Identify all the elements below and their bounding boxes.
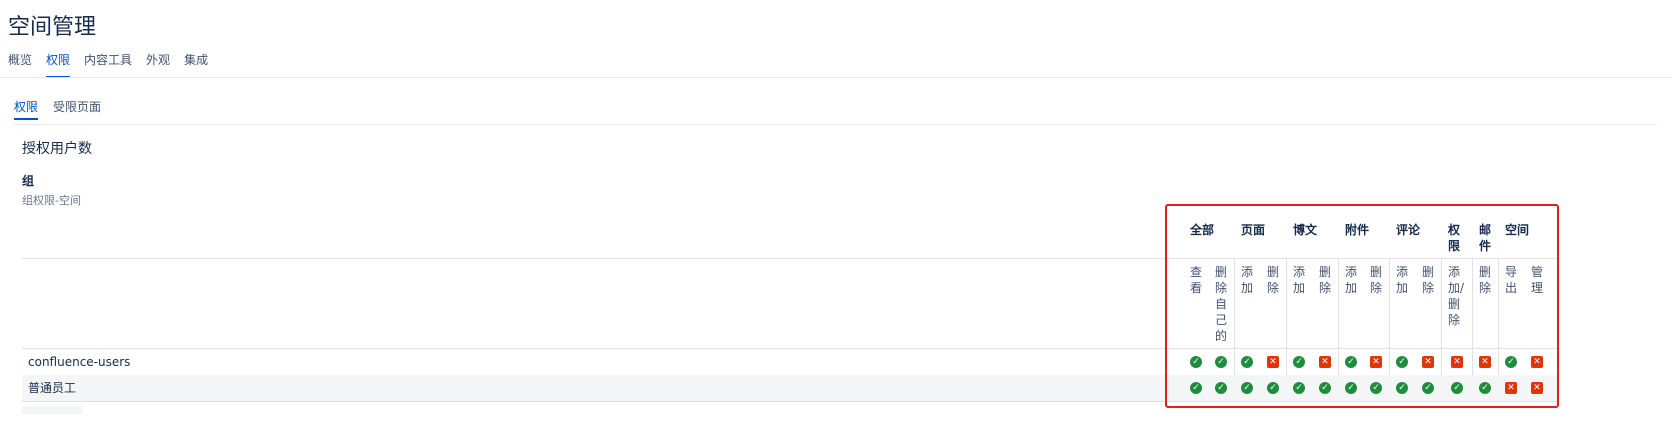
action-comment-delete: 删除 [1422, 265, 1435, 295]
cross-square-icon[interactable]: ✕ [1319, 356, 1331, 368]
check-circle-icon[interactable]: ✓ [1293, 382, 1305, 394]
check-circle-icon[interactable]: ✓ [1396, 356, 1408, 368]
group-subtitle: 组权限-空间 [22, 194, 81, 207]
cross-square-icon[interactable]: ✕ [1422, 356, 1434, 368]
action-blog-add: 添加 [1293, 265, 1306, 295]
table-row: 普通员工 ✓ ✓ ✓ ✓ ✓ ✓ ✓ ✓ ✓ ✓ ✓ ✓ ✕ ✕ [22, 375, 1557, 402]
action-comment-add: 添加 [1396, 265, 1409, 295]
category-comments: 评论 [1396, 223, 1421, 237]
tab-overview[interactable]: 概览 [8, 52, 32, 78]
tab-appearance[interactable]: 外观 [146, 52, 170, 78]
section-title: 授权用户数 [22, 141, 92, 157]
check-circle-icon[interactable]: ✓ [1241, 382, 1253, 394]
action-blog-delete: 删除 [1319, 265, 1332, 295]
cross-square-icon[interactable]: ✕ [1505, 382, 1517, 394]
subtab-permissions[interactable]: 权限 [14, 99, 39, 120]
action-restrictions-add-delete: 添加/删除 [1448, 265, 1465, 327]
category-pages: 页面 [1241, 223, 1266, 237]
cross-square-icon[interactable]: ✕ [1479, 356, 1491, 368]
action-header-row: 查看 删除自己的 添加 删除 添加 删除 添加 删除 添加 删除 添加/删除 删… [22, 259, 1557, 349]
check-circle-icon[interactable]: ✓ [1479, 382, 1491, 394]
tab-integrations[interactable]: 集成 [184, 52, 208, 78]
category-attachments: 附件 [1345, 223, 1370, 237]
action-space-export: 导出 [1505, 265, 1518, 295]
cross-square-icon[interactable]: ✕ [1531, 382, 1543, 394]
group-name[interactable]: confluence-users [28, 354, 130, 370]
check-circle-icon[interactable]: ✓ [1190, 382, 1202, 394]
check-circle-icon[interactable]: ✓ [1345, 356, 1357, 368]
action-mail-delete: 删除 [1479, 265, 1492, 295]
category-restrictions: 权限 [1448, 223, 1461, 253]
action-page-add: 添加 [1241, 265, 1254, 295]
category-blogs: 博文 [1293, 223, 1318, 237]
check-circle-icon[interactable]: ✓ [1215, 382, 1227, 394]
action-space-admin: 管理 [1531, 265, 1544, 295]
top-divider [0, 77, 1671, 78]
sub-divider [14, 124, 1657, 125]
sub-tabs: 权限 受限页面 [14, 99, 116, 120]
action-attachment-add: 添加 [1345, 265, 1358, 295]
action-view: 查看 [1190, 265, 1203, 295]
action-page-delete: 删除 [1267, 265, 1280, 295]
check-circle-icon[interactable]: ✓ [1422, 382, 1434, 394]
cross-square-icon[interactable]: ✕ [1267, 356, 1279, 368]
tab-content-tools[interactable]: 内容工具 [84, 52, 132, 78]
scrollbar-hint [22, 406, 82, 414]
check-circle-icon[interactable]: ✓ [1319, 382, 1331, 394]
group-heading: 组 [22, 174, 35, 188]
top-tabs: 概览 权限 内容工具 外观 集成 [8, 52, 222, 78]
cross-square-icon[interactable]: ✕ [1370, 356, 1382, 368]
category-mail: 邮件 [1479, 223, 1492, 253]
check-circle-icon[interactable]: ✓ [1505, 356, 1517, 368]
cross-square-icon[interactable]: ✕ [1451, 356, 1463, 368]
check-circle-icon[interactable]: ✓ [1215, 356, 1227, 368]
check-circle-icon[interactable]: ✓ [1451, 382, 1463, 394]
subtab-restricted-pages[interactable]: 受限页面 [53, 99, 101, 120]
check-circle-icon[interactable]: ✓ [1267, 382, 1279, 394]
category-all: 全部 [1190, 223, 1215, 237]
page-title: 空间管理 [8, 15, 97, 40]
check-circle-icon[interactable]: ✓ [1396, 382, 1408, 394]
action-attachment-delete: 删除 [1370, 265, 1383, 295]
check-circle-icon[interactable]: ✓ [1293, 356, 1305, 368]
table-row: confluence-users ✓ ✓ ✓ ✕ ✓ ✕ ✓ ✕ ✓ ✕ ✕ ✕ ✓ ✕ [22, 349, 1557, 376]
tab-permissions[interactable]: 权限 [46, 52, 71, 78]
check-circle-icon[interactable]: ✓ [1370, 382, 1382, 394]
check-circle-icon[interactable]: ✓ [1241, 356, 1253, 368]
check-circle-icon[interactable]: ✓ [1345, 382, 1357, 394]
category-header-row: 全部 页面 博文 附件 评论 权限 邮件 空间 [22, 212, 1557, 259]
category-space: 空间 [1505, 223, 1530, 237]
group-name[interactable]: 普通员工 [28, 380, 76, 396]
cross-square-icon[interactable]: ✕ [1531, 356, 1543, 368]
check-circle-icon[interactable]: ✓ [1190, 356, 1202, 368]
action-delete-own: 删除自己的 [1215, 265, 1228, 343]
